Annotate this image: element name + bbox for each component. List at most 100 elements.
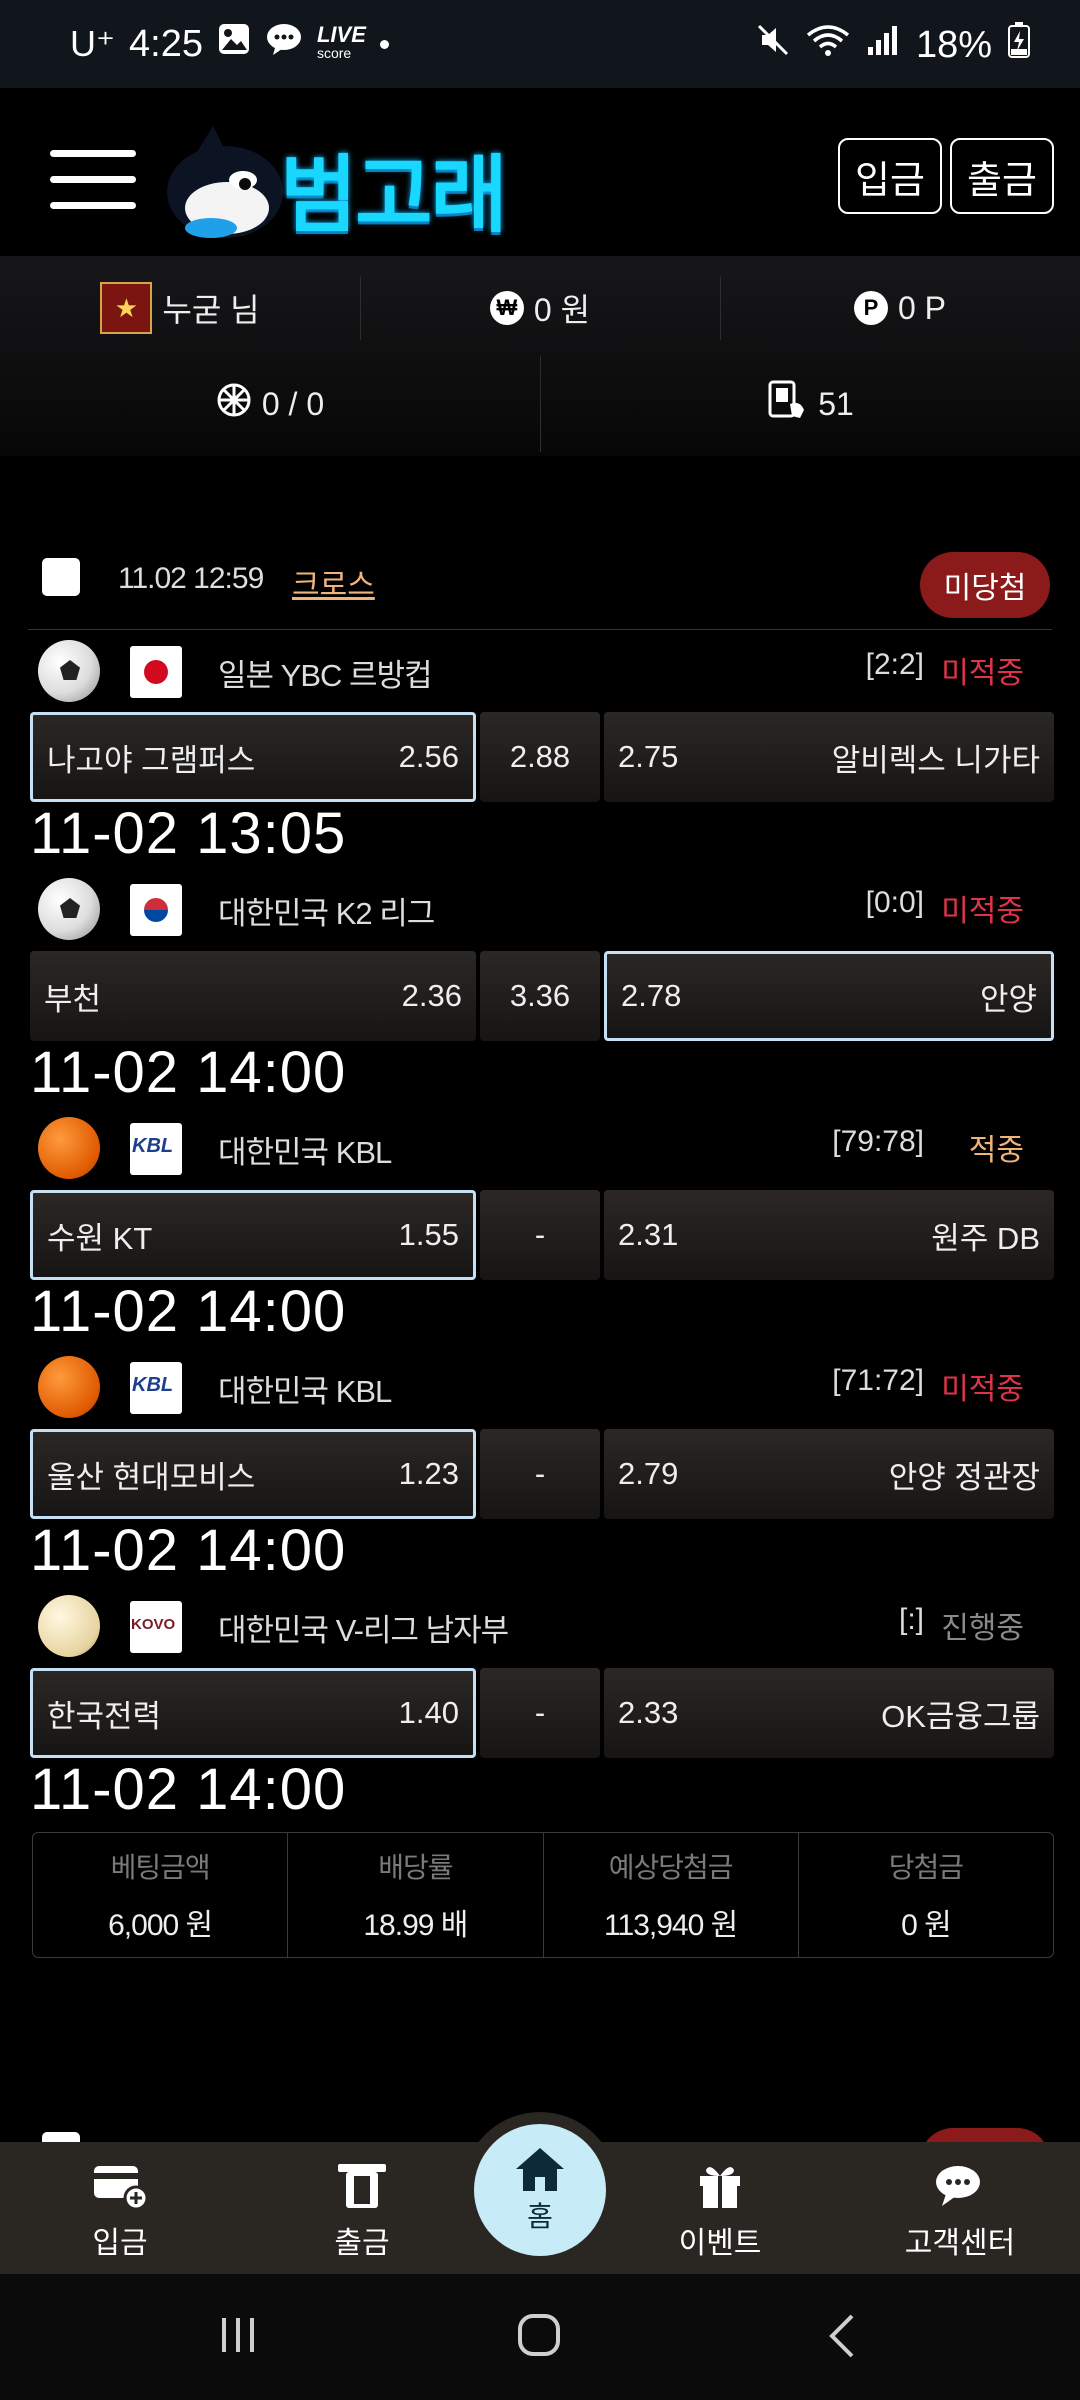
prize-value: 0 원 bbox=[901, 1909, 952, 1942]
wheel-cell[interactable]: 0 / 0 bbox=[0, 374, 540, 434]
japan-flag-icon bbox=[130, 646, 182, 698]
home-odds: 1.23 bbox=[398, 1456, 459, 1491]
expected-win-label: 예상당첨금 bbox=[608, 1852, 734, 1883]
nav-event[interactable]: 이벤트 bbox=[640, 2162, 800, 2262]
bet-type-link[interactable]: 크로스 bbox=[292, 560, 375, 604]
home-odds: 2.56 bbox=[398, 739, 459, 774]
nav-withdraw-label: 출금 bbox=[334, 2227, 390, 2260]
notification-dot-icon bbox=[379, 39, 389, 49]
draw-odds-button[interactable]: - bbox=[480, 1668, 600, 1758]
home-odds-button[interactable]: 울산 현대모비스 1.23 bbox=[30, 1429, 476, 1519]
status-right: 18% bbox=[756, 22, 1030, 68]
league-name: 대한민국 KBL bbox=[218, 1374, 392, 1409]
match-score: [79:78] bbox=[832, 1125, 924, 1158]
home-team: 한국전력 bbox=[47, 1698, 162, 1734]
league-name: 대한민국 V-리그 남자부 bbox=[218, 1613, 509, 1648]
match-result: 미적중 bbox=[941, 895, 1024, 928]
match-league-row: 대한민국 V-리그 남자부 [:] 진행중 bbox=[30, 1587, 1054, 1659]
ticket-icon bbox=[766, 380, 808, 428]
points-cell[interactable]: P 0 P bbox=[720, 278, 1080, 338]
won-icon: ₩ bbox=[489, 291, 524, 325]
match-league-row: 대한민국 KBL [71:72] 미적중 bbox=[30, 1348, 1054, 1420]
nav-support[interactable]: 고객센터 bbox=[880, 2162, 1040, 2262]
odds-total-value: 18.99 배 bbox=[363, 1909, 468, 1942]
draw-odds: 2.88 bbox=[509, 739, 571, 774]
clock: 4:25 bbox=[129, 22, 203, 65]
home-button-icon[interactable] bbox=[514, 2310, 566, 2362]
bet-amount-cell: 베팅금액 6,000 원 bbox=[33, 1833, 289, 1957]
rank-star-icon: ★ bbox=[100, 282, 153, 334]
match-result: 미적중 bbox=[941, 1373, 1024, 1406]
away-team: 알비렉스 니가타 bbox=[831, 742, 1040, 778]
away-team: OK금융그룹 bbox=[881, 1698, 1040, 1734]
back-icon[interactable] bbox=[820, 2310, 868, 2362]
home-odds-button[interactable]: 나고야 그램퍼스 2.56 bbox=[30, 712, 476, 802]
recent-apps-icon[interactable] bbox=[214, 2310, 262, 2358]
prize-label: 당첨금 bbox=[888, 1852, 964, 1883]
user-name-cell[interactable]: ★ 누굳 님 bbox=[0, 278, 360, 338]
draw-odds-button[interactable]: 2.88 bbox=[480, 712, 600, 802]
draw-odds: 3.36 bbox=[509, 978, 571, 1013]
away-odds: 2.75 bbox=[618, 739, 679, 774]
match-time: 11-02 14:00 bbox=[30, 1757, 347, 1822]
deposit-button[interactable]: 입금 bbox=[838, 138, 942, 214]
expected-win-value: 113,940 원 bbox=[604, 1909, 738, 1942]
away-odds-button[interactable]: 2.33 OK금융그룹 bbox=[604, 1668, 1054, 1758]
home-odds: 2.36 bbox=[401, 978, 462, 1013]
away-odds-button[interactable]: 2.75 알비렉스 니가타 bbox=[604, 712, 1054, 802]
away-odds: 2.79 bbox=[618, 1456, 679, 1491]
match-league-row: 일본 YBC 르방컵 [2:2] 미적중 bbox=[30, 632, 1054, 704]
away-odds-button[interactable]: 2.79 안양 정관장 bbox=[604, 1429, 1054, 1519]
away-odds: 2.31 bbox=[618, 1217, 679, 1252]
basketball-icon bbox=[38, 1356, 100, 1418]
home-odds: 1.40 bbox=[398, 1695, 459, 1730]
away-odds-button[interactable]: 2.78 안양 bbox=[604, 951, 1054, 1041]
nav-deposit[interactable]: 입금 bbox=[40, 2162, 200, 2262]
system-nav-bar bbox=[0, 2274, 1080, 2400]
soccer-ball-icon bbox=[38, 640, 100, 702]
away-odds-button[interactable]: 2.31 원주 DB bbox=[604, 1190, 1054, 1280]
nav-deposit-label: 입금 bbox=[92, 2227, 148, 2260]
odds-total-label: 배당률 bbox=[378, 1852, 453, 1883]
match-score: [0:0] bbox=[865, 886, 924, 919]
korea-flag-icon bbox=[130, 884, 182, 936]
wifi-icon bbox=[806, 23, 850, 67]
bet-amount-label: 베팅금액 bbox=[110, 1852, 211, 1883]
home-odds-button[interactable]: 부천 2.36 bbox=[30, 951, 476, 1041]
expected-win-cell: 예상당첨금 113,940 원 bbox=[544, 1833, 799, 1957]
soccer-ball-icon bbox=[38, 878, 100, 940]
card-plus-icon bbox=[94, 2166, 148, 2210]
draw-odds-button[interactable]: - bbox=[480, 1190, 600, 1280]
wheel-value: 0 / 0 bbox=[261, 385, 325, 422]
bet-select-checkbox[interactable] bbox=[42, 558, 80, 596]
carrier-label: U⁺ bbox=[70, 23, 115, 64]
home-odds-button[interactable]: 수원 KT 1.55 bbox=[30, 1190, 476, 1280]
bet-date: 11.02 12:59 bbox=[118, 562, 264, 595]
bet-amount-value: 6,000 원 bbox=[108, 1909, 213, 1942]
match-time: 11-02 14:00 bbox=[30, 1279, 347, 1344]
home-team: 부천 bbox=[44, 981, 102, 1017]
user-name: 누굳 님 bbox=[162, 292, 260, 328]
draw-odds-button[interactable]: 3.36 bbox=[480, 951, 600, 1041]
user-info-bar: ★ 누굳 님 ₩ 0 원 P 0 P 0 / 0 51 bbox=[0, 256, 1080, 456]
logo[interactable]: 범고래 bbox=[155, 124, 535, 244]
battery-icon bbox=[1008, 22, 1030, 68]
nav-home-label: 홈 bbox=[527, 2201, 553, 2232]
signal-icon bbox=[866, 23, 900, 67]
odds-row: 부천 2.36 3.36 2.78 안양 bbox=[30, 951, 1054, 1041]
nav-withdraw[interactable]: 출금 bbox=[282, 2162, 442, 2262]
home-team: 울산 현대모비스 bbox=[47, 1459, 256, 1495]
menu-icon[interactable] bbox=[50, 150, 136, 212]
home-odds-button[interactable]: 한국전력 1.40 bbox=[30, 1668, 476, 1758]
coupon-cell[interactable]: 51 bbox=[540, 374, 1080, 434]
money-cell[interactable]: ₩ 0 원 bbox=[360, 278, 720, 338]
draw-odds: - bbox=[534, 1695, 546, 1730]
match-result: 적중 bbox=[968, 1134, 1024, 1167]
logo-text: 범고래 bbox=[280, 148, 508, 242]
nav-home[interactable]: 홈 bbox=[462, 2112, 618, 2268]
prize-cell: 당첨금 0 원 bbox=[799, 1833, 1053, 1957]
draw-odds-button[interactable]: - bbox=[480, 1429, 600, 1519]
gallery-icon bbox=[217, 22, 251, 66]
match-league-row: 대한민국 KBL [79:78] 적중 bbox=[30, 1109, 1054, 1181]
withdraw-button[interactable]: 출금 bbox=[950, 138, 1054, 214]
